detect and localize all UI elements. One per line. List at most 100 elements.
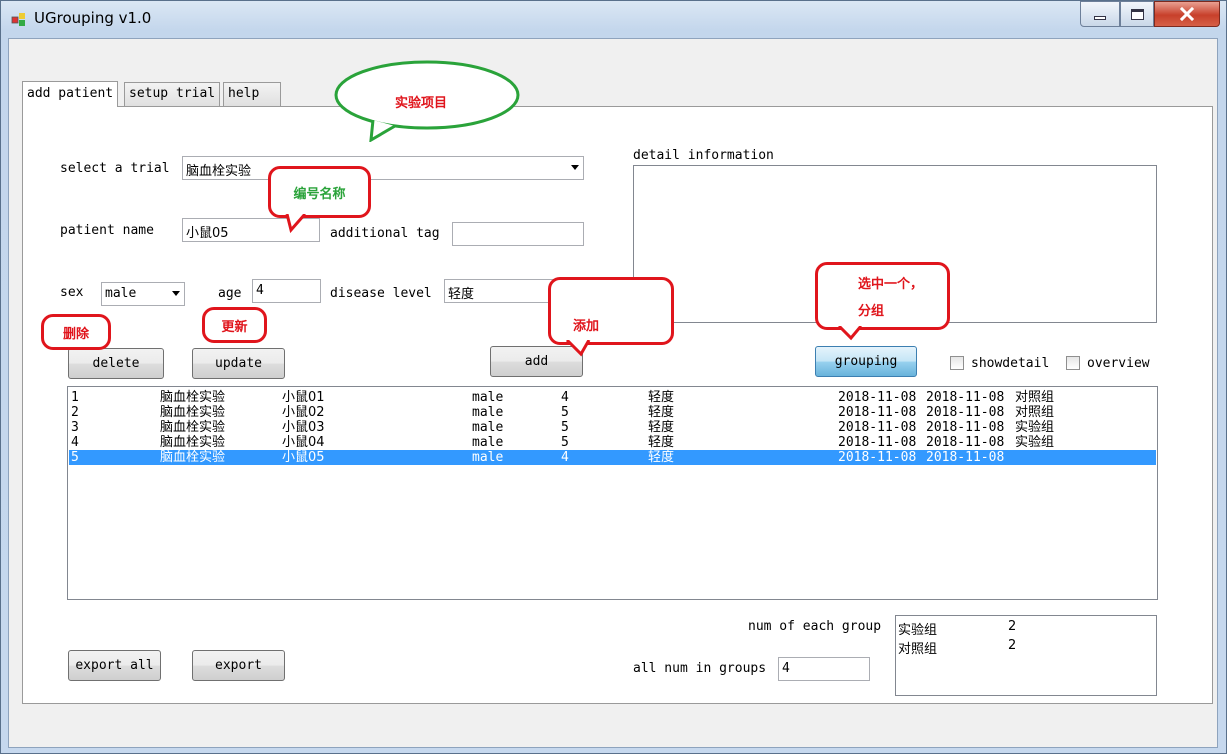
list-item[interactable]: 3 脑血栓实验 小鼠03 male 5 轻度 2018-11-08 2018-1… [69,420,1156,435]
disease-level-value: 轻度 [448,287,475,302]
list-item-name: 小鼠02 [282,405,325,420]
annotation-tail [565,338,595,357]
list-item[interactable]: 1 脑血栓实验 小鼠01 male 4 轻度 2018-11-08 2018-1… [69,390,1156,405]
list-item-date2: 2018-11-08 [926,420,1005,435]
list-item-sex: male [472,405,504,420]
list-item-level: 轻度 [648,390,675,405]
minimize-button[interactable] [1080,1,1120,27]
annotation-tail [835,324,865,342]
export-all-button[interactable]: export all [68,650,161,681]
list-item-date2: 2018-11-08 [926,390,1005,405]
group-count-box: 实验组 2 对照组 2 [895,615,1157,696]
annotation-tail [285,213,307,234]
select-trial-label: select a trial [60,161,170,176]
list-item-level: 轻度 [648,435,675,450]
list-item-selected[interactable]: 5 脑血栓实验 小鼠05 male 4 轻度 2018-11-08 2018-1… [69,450,1156,465]
annotation-trial-item: 实验项目 [333,60,521,142]
showdetail-checkbox[interactable] [950,356,964,370]
list-item-age: 5 [561,435,569,450]
group-count-row: 实验组 2 [898,619,1154,638]
close-button[interactable] [1154,1,1220,27]
chevron-down-icon [172,291,180,296]
list-item-id: 5 [71,450,79,465]
list-item-level: 轻度 [648,450,675,465]
annotation-delete: 删除 [41,314,111,350]
group-count: 2 [1008,638,1017,653]
list-item-age: 5 [561,405,569,420]
annotation-grouping-line1: 选中一个， [858,277,924,292]
minimize-icon [1094,16,1106,20]
tab-add-patient[interactable]: add patient [22,81,119,107]
patient-list[interactable]: 1 脑血栓实验 小鼠01 male 4 轻度 2018-11-08 2018-1… [67,386,1158,600]
list-item-date1: 2018-11-08 [838,390,917,405]
maximize-button[interactable] [1120,1,1154,27]
group-count-row: 对照组 2 [898,638,1154,657]
list-item-date2: 2018-11-08 [926,435,1005,450]
all-num-groups-input[interactable]: 4 [778,657,870,681]
list-item-level: 轻度 [648,405,675,420]
additional-tag-label: additional tag [330,226,440,241]
list-item-date1: 2018-11-08 [838,420,917,435]
list-item-group: 对照组 [1015,405,1055,420]
export-button[interactable]: export [192,650,285,681]
annotation-trial-item-text: 实验项目 [394,96,447,111]
detail-information-label: detail information [633,148,774,163]
list-item-trial: 脑血栓实验 [160,405,226,420]
close-icon [1180,7,1194,21]
delete-button[interactable]: delete [68,348,164,379]
list-item-name: 小鼠03 [282,420,325,435]
list-item[interactable]: 4 脑血栓实验 小鼠04 male 5 轻度 2018-11-08 2018-1… [69,435,1156,450]
update-button[interactable]: update [192,348,285,379]
list-item-name: 小鼠04 [282,435,325,450]
sex-select-value: male [105,286,137,301]
list-item-date1: 2018-11-08 [838,435,917,450]
list-item-id: 3 [71,420,79,435]
group-name: 实验组 [898,623,938,638]
patient-name-label: patient name [60,223,154,238]
annotation-grouping-line2: 分组 [858,304,885,319]
num-each-group-label: num of each group [748,619,882,634]
list-item[interactable]: 2 脑血栓实验 小鼠02 male 5 轻度 2018-11-08 2018-1… [69,405,1156,420]
list-item-level: 轻度 [648,420,675,435]
title-bar[interactable]: UGrouping v1.0 [0,0,1227,36]
list-item-trial: 脑血栓实验 [160,390,226,405]
list-item-age: 5 [561,420,569,435]
age-label: age [218,286,242,301]
list-item-name: 小鼠05 [282,450,325,465]
list-item-sex: male [472,420,504,435]
additional-tag-input[interactable] [452,222,584,246]
trial-select[interactable]: 脑血栓实验 [182,156,584,180]
grouping-button[interactable]: grouping [815,346,917,377]
annotation-grouping: 选中一个， 分组 [815,262,950,330]
list-item-age: 4 [561,450,569,465]
list-item-group: 对照组 [1015,390,1055,405]
list-item-date2: 2018-11-08 [926,405,1005,420]
sex-select[interactable]: male [101,282,185,306]
all-num-groups-label: all num in groups [633,661,767,676]
app-icon [11,11,27,27]
list-item-trial: 脑血栓实验 [160,435,226,450]
annotation-code-name: 编号名称 [268,166,371,218]
list-item-sex: male [472,435,504,450]
list-item-group: 实验组 [1015,435,1055,450]
list-item-age: 4 [561,390,569,405]
overview-checkbox[interactable] [1066,356,1080,370]
list-item-name: 小鼠01 [282,390,325,405]
tab-setup-trial[interactable]: setup trial [124,82,221,106]
list-item-trial: 脑血栓实验 [160,420,226,435]
chevron-down-icon [571,165,579,170]
list-item-date1: 2018-11-08 [838,405,917,420]
maximize-icon [1130,8,1144,20]
annotation-update: 更新 [202,307,267,343]
age-input[interactable]: 4 [252,279,321,303]
list-item-id: 2 [71,405,79,420]
list-item-trial: 脑血栓实验 [160,450,226,465]
list-item-sex: male [472,390,504,405]
list-item-id: 1 [71,390,79,405]
trial-select-value: 脑血栓实验 [186,164,252,179]
disease-level-label: disease level [330,286,432,301]
sex-label: sex [60,285,84,300]
tab-help[interactable]: help [223,82,281,106]
list-item-id: 4 [71,435,79,450]
list-item-date1: 2018-11-08 [838,450,917,465]
